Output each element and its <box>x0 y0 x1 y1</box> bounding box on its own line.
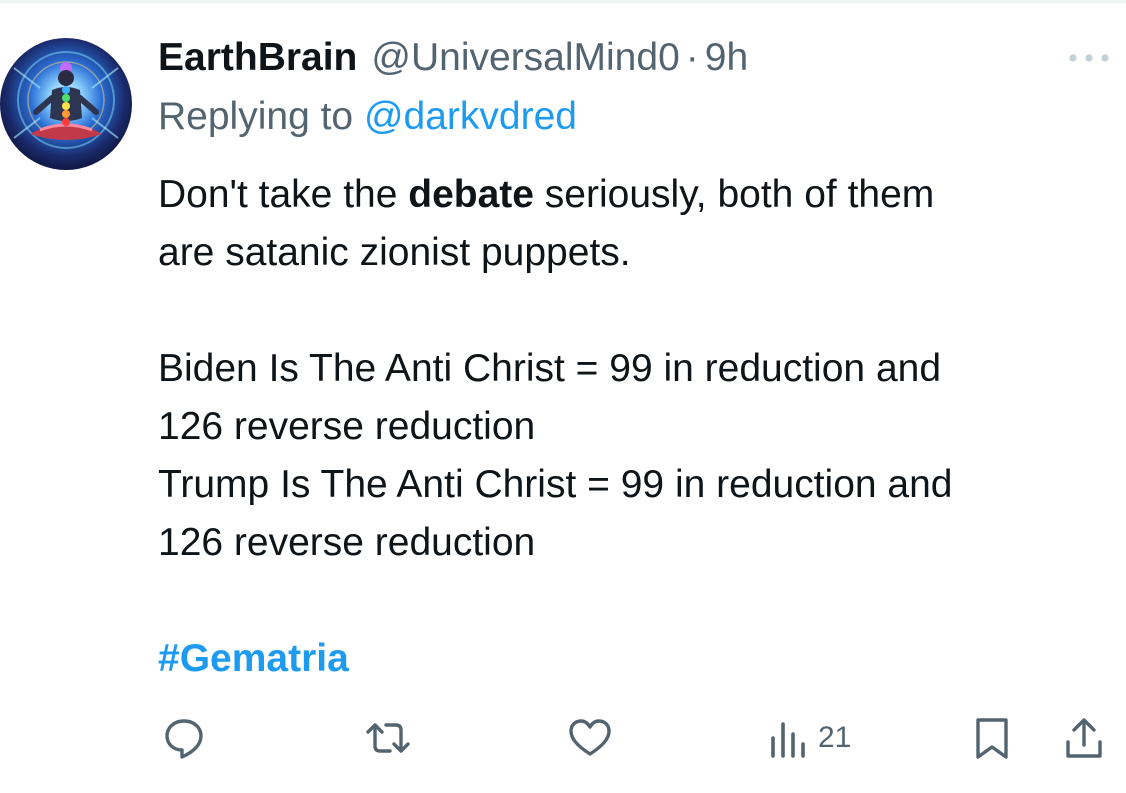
user-handle[interactable]: @UniversalMind0 <box>371 36 679 80</box>
body-line-5: Trump Is The Anti Christ = 99 in reducti… <box>158 463 953 506</box>
heart-icon <box>569 719 611 756</box>
body-text: seriously, both of them <box>533 173 935 216</box>
reply-handle-link[interactable]: @darkvdred <box>364 95 577 138</box>
body-line-6: 126 reverse reduction <box>158 521 536 564</box>
views-count: 21 <box>818 721 852 754</box>
share-icon <box>1066 718 1102 758</box>
more-options-icon[interactable] <box>1064 42 1114 74</box>
comment-icon <box>165 719 203 759</box>
views-button[interactable]: 21 <box>768 708 851 768</box>
tweet-text: Don't take the debate seriously, both of… <box>158 166 1108 688</box>
body-line-4: 126 reverse reduction <box>158 405 536 448</box>
like-button[interactable] <box>566 708 614 768</box>
tweet-header: EarthBrain @UniversalMind0 · 9h <box>158 36 748 82</box>
body-line-2: are satanic zionist puppets. <box>158 231 631 274</box>
timestamp[interactable]: 9h <box>705 36 748 80</box>
body-text: Don't take the <box>158 173 409 216</box>
reply-button[interactable] <box>160 708 208 768</box>
retweet-button[interactable] <box>362 708 414 768</box>
top-divider <box>0 0 1126 3</box>
body-line-3: Biden Is The Anti Christ = 99 in reducti… <box>158 347 942 390</box>
bookmark-button[interactable] <box>970 708 1014 768</box>
replying-to: Replying to @darkvdred <box>158 95 577 141</box>
action-bar: 21 <box>0 708 1126 768</box>
avatar[interactable] <box>0 38 132 170</box>
display-name[interactable]: EarthBrain <box>158 36 357 80</box>
meditation-avatar-icon <box>0 38 132 170</box>
share-button[interactable] <box>1060 708 1108 768</box>
body-bold-word: debate <box>408 173 534 216</box>
replying-to-label: Replying to <box>158 95 364 138</box>
bookmark-icon <box>976 718 1008 759</box>
separator-dot: · <box>685 36 699 79</box>
hashtag-link[interactable]: #Gematria <box>158 637 349 680</box>
analytics-icon <box>771 722 805 758</box>
retweet-icon <box>366 723 410 753</box>
body-line-1: Don't take the debate seriously, both of… <box>158 166 1108 224</box>
